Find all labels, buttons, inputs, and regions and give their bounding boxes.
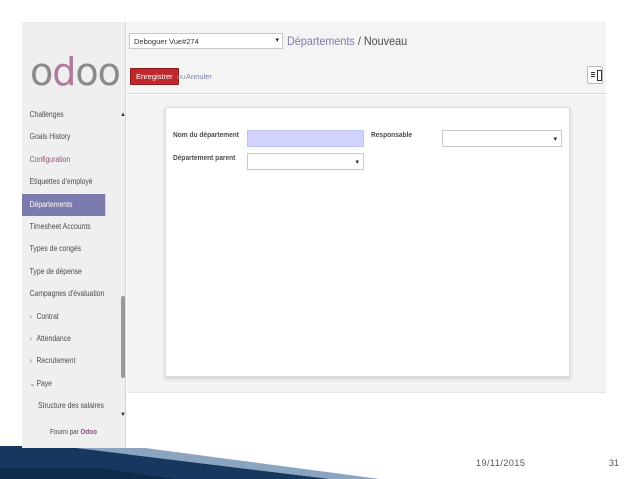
- breadcrumb-separator: /: [357, 34, 361, 48]
- breadcrumb-link-departments[interactable]: Départements: [287, 34, 355, 48]
- dropdown-arrow-icon: ▾: [275, 37, 279, 44]
- sidebar-item-label: Types de congés: [29, 244, 82, 254]
- sidebar-item-label: Attendance: [36, 333, 71, 343]
- slide-page-number: 31: [609, 458, 620, 468]
- sidebar-item-timesheet-accounts[interactable]: Timesheet Accounts: [22, 216, 105, 238]
- sidebar-item-label: Recrutement: [36, 356, 76, 366]
- debug-view-select[interactable]: Deboguer Vue#274 ▾: [129, 33, 283, 49]
- sidebar-item-employee-tags[interactable]: Etiquettes d'employé: [22, 171, 105, 193]
- sidebar-section-label: Configuration: [29, 154, 71, 164]
- main-area: Deboguer Vue#274 ▾ Départements / Nouvea…: [127, 22, 606, 448]
- sidebar-item-label: Challenges: [29, 110, 64, 119]
- sidebar-item-attendance[interactable]: › Attendance: [22, 328, 105, 350]
- dropdown-arrow-icon: ▾: [355, 159, 359, 166]
- powered-by: Fourni par Odoo: [50, 429, 97, 436]
- sidebar-item-label: Etiquettes d'employé: [29, 177, 93, 187]
- department-name-label: Nom du département: [173, 130, 240, 139]
- department-name-input[interactable]: [247, 130, 364, 147]
- sidebar-item-label: Type de dépense: [29, 266, 82, 276]
- sidebar-item-challenges[interactable]: Challenges: [22, 104, 105, 126]
- manager-select[interactable]: ▾: [442, 130, 562, 147]
- odoo-screen: odoo Challenges Goals History Configurat…: [22, 22, 606, 448]
- sidebar-item-label: Timesheet Accounts: [29, 221, 91, 231]
- sidebar-item-label: Structure des salaires: [38, 401, 104, 411]
- dropdown-arrow-icon: ▾: [553, 136, 557, 143]
- sidebar-item-leave-types[interactable]: Types de congés: [22, 238, 105, 260]
- parent-department-label: Département parent: [173, 153, 236, 162]
- debug-view-select-value: Deboguer Vue#274: [134, 37, 199, 46]
- sidebar-item-label: Paye: [36, 378, 52, 388]
- caret-down-icon: ⌄: [29, 378, 36, 388]
- sidebar-item-label: Contrat: [36, 311, 59, 321]
- sidebar-item-goals-history[interactable]: Goals History: [22, 126, 105, 148]
- sidebar-item-expense-type[interactable]: Type de dépense: [22, 261, 105, 283]
- breadcrumb-current: Nouveau: [363, 34, 408, 48]
- breadcrumb: Départements / Nouveau: [287, 34, 407, 48]
- manager-label: Responsable: [371, 130, 413, 139]
- sidebar-item-contract[interactable]: › Contrat: [22, 306, 105, 328]
- odoo-logo[interactable]: odoo: [30, 50, 121, 94]
- powered-by-label: Fourni par: [50, 429, 79, 436]
- sidebar-item-departments[interactable]: Départements: [22, 193, 106, 216]
- cancel-link[interactable]: Annuler: [186, 72, 212, 81]
- form-view: Nom du département Responsable ▾ Départe…: [127, 95, 606, 392]
- sidebar-item-label: Campagnes d'évaluation: [29, 289, 105, 299]
- sidebar-item-appraisal-campaigns[interactable]: Campagnes d'évaluation: [22, 283, 105, 305]
- parent-department-select[interactable]: ▾: [247, 153, 364, 170]
- control-panel: Deboguer Vue#274 ▾ Départements / Nouvea…: [127, 22, 606, 94]
- sidebar-scrollbar[interactable]: ▲ ▼: [120, 104, 126, 424]
- caret-right-icon: ›: [29, 356, 32, 366]
- sidebar-menu: Challenges Goals History Configuration E…: [22, 104, 120, 417]
- powered-by-brand[interactable]: Odoo: [80, 429, 96, 436]
- sidebar-toggle-icon[interactable]: [587, 66, 603, 84]
- save-button[interactable]: Enregistrer: [130, 68, 179, 85]
- sidebar-item-label: Départements: [29, 199, 73, 209]
- caret-right-icon: ›: [29, 333, 32, 343]
- caret-right-icon: ›: [29, 311, 32, 321]
- scroll-up-arrow-icon[interactable]: ▲: [120, 112, 126, 118]
- sidebar: odoo Challenges Goals History Configurat…: [22, 22, 126, 448]
- scrollbar-thumb[interactable]: [121, 296, 125, 378]
- sidebar-item-label: Goals History: [29, 132, 71, 142]
- sidebar-section-configuration: Configuration: [22, 149, 105, 171]
- sidebar-item-recruitment[interactable]: › Recrutement: [22, 350, 105, 372]
- slide-date: 19/11/2015: [476, 458, 526, 468]
- sidebar-item-payroll[interactable]: ⌄Paye: [22, 373, 105, 395]
- or-label: ou: [177, 72, 186, 81]
- form-sheet: Nom du département Responsable ▾ Départe…: [165, 107, 570, 377]
- sidebar-item-salary-structures[interactable]: Structure des salaires: [22, 395, 105, 417]
- chatter-area: [127, 392, 606, 448]
- scroll-down-arrow-icon[interactable]: ▼: [120, 412, 126, 418]
